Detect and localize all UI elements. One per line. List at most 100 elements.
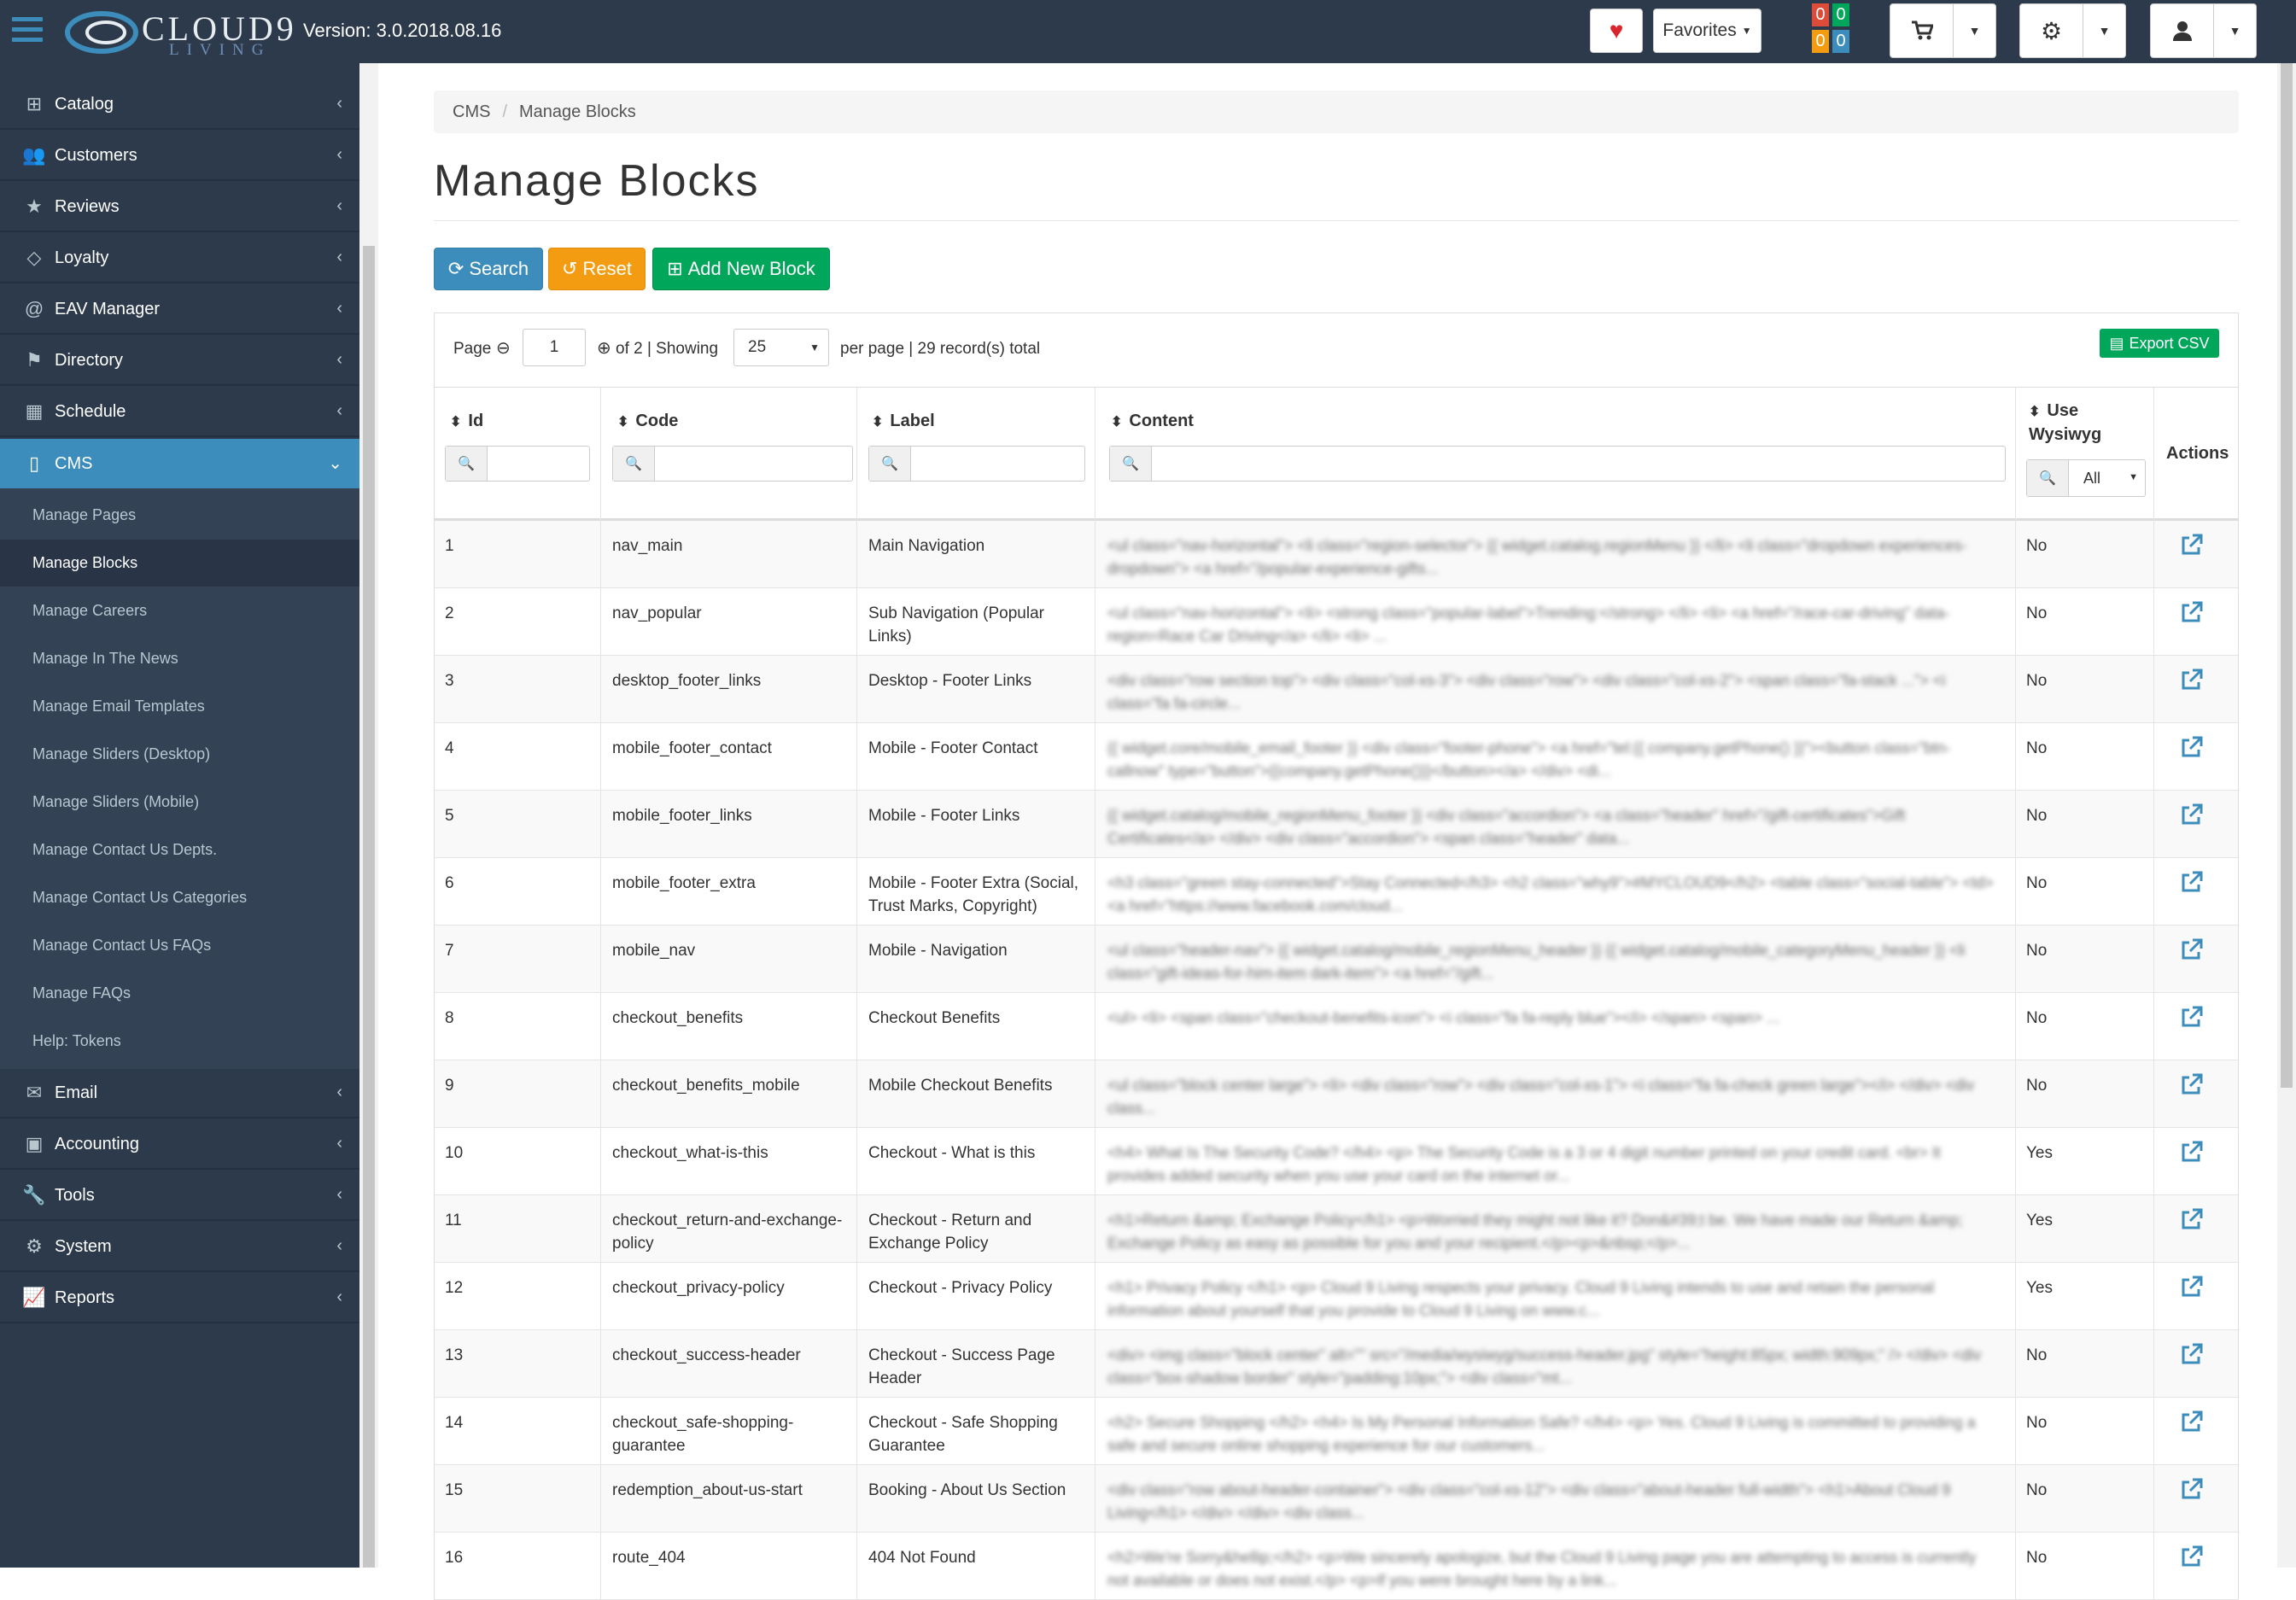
submenu-item-help-tokens[interactable]: Help: Tokens [0,1018,359,1065]
external-link-icon[interactable] [2178,1275,2204,1300]
submenu-item-manage-faqs[interactable]: Manage FAQs [0,970,359,1017]
submenu-item-manage-blocks[interactable]: Manage Blocks [0,540,359,587]
sidebar-item-cms[interactable]: ▯ CMS ⌄ [0,439,359,488]
submenu-item-manage-pages[interactable]: Manage Pages [0,492,359,539]
external-link-icon[interactable] [2178,1545,2204,1570]
scrollbar-thumb[interactable] [363,246,375,1568]
hamburger-menu-icon[interactable] [12,17,43,46]
logo[interactable]: CLOUD9 LIVING [63,7,294,59]
submenu-item-manage-careers[interactable]: Manage Careers [0,587,359,634]
export-csv-button[interactable]: ▤ Export CSV [2100,329,2219,358]
external-link-icon[interactable] [2178,803,2204,828]
table-row[interactable]: 15 redemption_about-us-start Booking - Abo… [434,1465,2239,1533]
settings-dropdown-toggle[interactable]: ▼ [2083,3,2126,58]
external-link-icon[interactable] [2178,870,2204,896]
favorites-dropdown[interactable]: Favorites ▼ [1653,9,1761,53]
sidebar-item-reports[interactable]: 📈 Reports ‹ [0,1274,359,1323]
external-link-icon[interactable] [2178,1477,2204,1503]
column-header-content[interactable]: ⬍ Content [1111,412,1194,431]
submenu-item-manage-contact-us-faqs[interactable]: Manage Contact Us FAQs [0,922,359,969]
counter-green[interactable]: 0 [1832,3,1849,26]
table-row[interactable]: 10 checkout_what-is-this Checkout - What i… [434,1128,2239,1195]
page-number-input[interactable]: 1 [523,329,586,366]
cart-dropdown-toggle[interactable]: ▼ [1954,3,1996,58]
table-row[interactable]: 5 mobile_footer_links Mobile - Footer Link… [434,791,2239,858]
table-row[interactable]: 7 mobile_nav Mobile - Navigation <ul class=… [434,926,2239,993]
page-scrollbar[interactable] [2277,63,2296,1568]
column-header-use-wysiwyg[interactable]: ⬍ Use Wysiwyg [2029,400,2101,447]
counter-red[interactable]: 0 [1812,3,1829,26]
table-row[interactable]: 1 nav_main Main Navigation <ul class="nav-h… [434,521,2239,588]
submenu-item-manage-email-templates[interactable]: Manage Email Templates [0,683,359,730]
add-new-block-button[interactable]: ⊞ Add New Block [652,248,830,290]
notification-counters[interactable]: 0 0 0 0 [1812,3,1849,55]
sidebar-item-reviews[interactable]: ★ Reviews ‹ [0,183,359,232]
table-row[interactable]: 11 checkout_return-and-exchange-policy Che… [434,1195,2239,1263]
sidebar-scrollbar[interactable] [359,63,378,1568]
shopping-cart-icon [1911,20,1933,40]
id-filter-input[interactable]: 🔍 [445,446,590,482]
submenu-item-manage-sliders-mobile[interactable]: Manage Sliders (Mobile) [0,779,359,826]
external-link-icon[interactable] [2178,1005,2204,1031]
sidebar-item-system[interactable]: ⚙ System ‹ [0,1223,359,1272]
external-link-icon[interactable] [2178,937,2204,963]
code-filter-input[interactable]: 🔍 [612,446,853,482]
wysiwyg-filter-select[interactable]: 🔍 All ▼ [2026,459,2146,497]
external-link-icon[interactable] [2178,1072,2204,1098]
label-filter-input[interactable]: 🔍 [868,446,1085,482]
external-link-icon[interactable] [2178,1342,2204,1368]
sidebar-item-email[interactable]: ✉ Email ‹ [0,1069,359,1118]
content-filter-input[interactable]: 🔍 [1109,446,2006,482]
sidebar-item-tools[interactable]: 🔧 Tools ‹ [0,1171,359,1221]
sidebar-item-eav-manager[interactable]: @ EAV Manager ‹ [0,285,359,335]
column-header-code[interactable]: ⬍ Code [617,412,678,431]
sidebar-item-accounting[interactable]: ▣ Accounting ‹ [0,1120,359,1170]
sidebar-item-loyalty[interactable]: ◇ Loyalty ‹ [0,234,359,283]
breadcrumb-cms[interactable]: CMS [453,102,490,122]
prev-page-icon[interactable]: ⊖ [496,337,511,359]
counter-orange[interactable]: 0 [1812,30,1829,53]
table-row[interactable]: 6 mobile_footer_extra Mobile - Footer Extr… [434,858,2239,926]
settings-button[interactable]: ⚙ [2019,3,2083,58]
cart-button[interactable] [1890,3,1954,58]
sidebar-item-schedule[interactable]: ▦ Schedule ‹ [0,388,359,437]
column-header-label[interactable]: ⬍ Label [872,412,935,431]
submenu-item-manage-in-the-news[interactable]: Manage In The News [0,635,359,682]
external-link-icon[interactable] [2178,533,2204,558]
scrollbar-thumb[interactable] [2281,63,2293,1088]
table-row[interactable]: 12 checkout_privacy-policy Checkout - Priv… [434,1263,2239,1330]
external-link-icon[interactable] [2178,735,2204,761]
external-link-icon[interactable] [2178,668,2204,693]
submenu-item-manage-sliders-desktop[interactable]: Manage Sliders (Desktop) [0,731,359,778]
table-row[interactable]: 9 checkout_benefits_mobile Mobile Checkout… [434,1060,2239,1128]
page-label: Page [453,340,492,358]
sidebar-item-customers[interactable]: 👥 Customers ‹ [0,131,359,181]
counter-blue[interactable]: 0 [1832,30,1849,53]
at-icon: @ [24,298,44,319]
sidebar-item-directory[interactable]: ⚑ Directory ‹ [0,336,359,386]
user-button[interactable] [2150,3,2214,58]
table-row[interactable]: 2 nav_popular Sub Navigation (Popular Link… [434,588,2239,656]
submenu-item-manage-contact-us-depts[interactable]: Manage Contact Us Depts. [0,826,359,873]
table-row[interactable]: 13 checkout_success-header Checkout - Succ… [434,1330,2239,1398]
submenu-item-manage-contact-us-categories[interactable]: Manage Contact Us Categories [0,874,359,921]
table-row[interactable]: 3 desktop_footer_links Desktop - Footer Li… [434,656,2239,723]
table-row[interactable]: 16 route_404 404 Not Found <h2>We're Sorry&… [434,1533,2239,1600]
user-dropdown-toggle[interactable]: ▼ [2214,3,2257,58]
per-page-select[interactable]: 25 ▼ [733,329,829,366]
cell-label: Main Navigation [868,537,985,555]
external-link-icon[interactable] [2178,1140,2204,1165]
cell-id: 8 [445,1009,454,1027]
external-link-icon[interactable] [2178,600,2204,626]
external-link-icon[interactable] [2178,1207,2204,1233]
external-link-icon[interactable] [2178,1410,2204,1435]
column-header-id[interactable]: ⬍ Id [450,412,483,431]
reset-button[interactable]: ↺ Reset [548,248,646,290]
next-page-icon[interactable]: ⊕ [597,337,611,359]
sidebar-item-catalog[interactable]: ⊞ Catalog ‹ [0,80,359,130]
table-row[interactable]: 14 checkout_safe-shopping-guarantee Checko… [434,1398,2239,1465]
favorite-heart-button[interactable]: ♥ [1590,9,1643,53]
table-row[interactable]: 8 checkout_benefits Checkout Benefits <ul> … [434,993,2239,1060]
table-row[interactable]: 4 mobile_footer_contact Mobile - Footer Co… [434,723,2239,791]
search-button[interactable]: ⟳ Search [434,248,543,290]
